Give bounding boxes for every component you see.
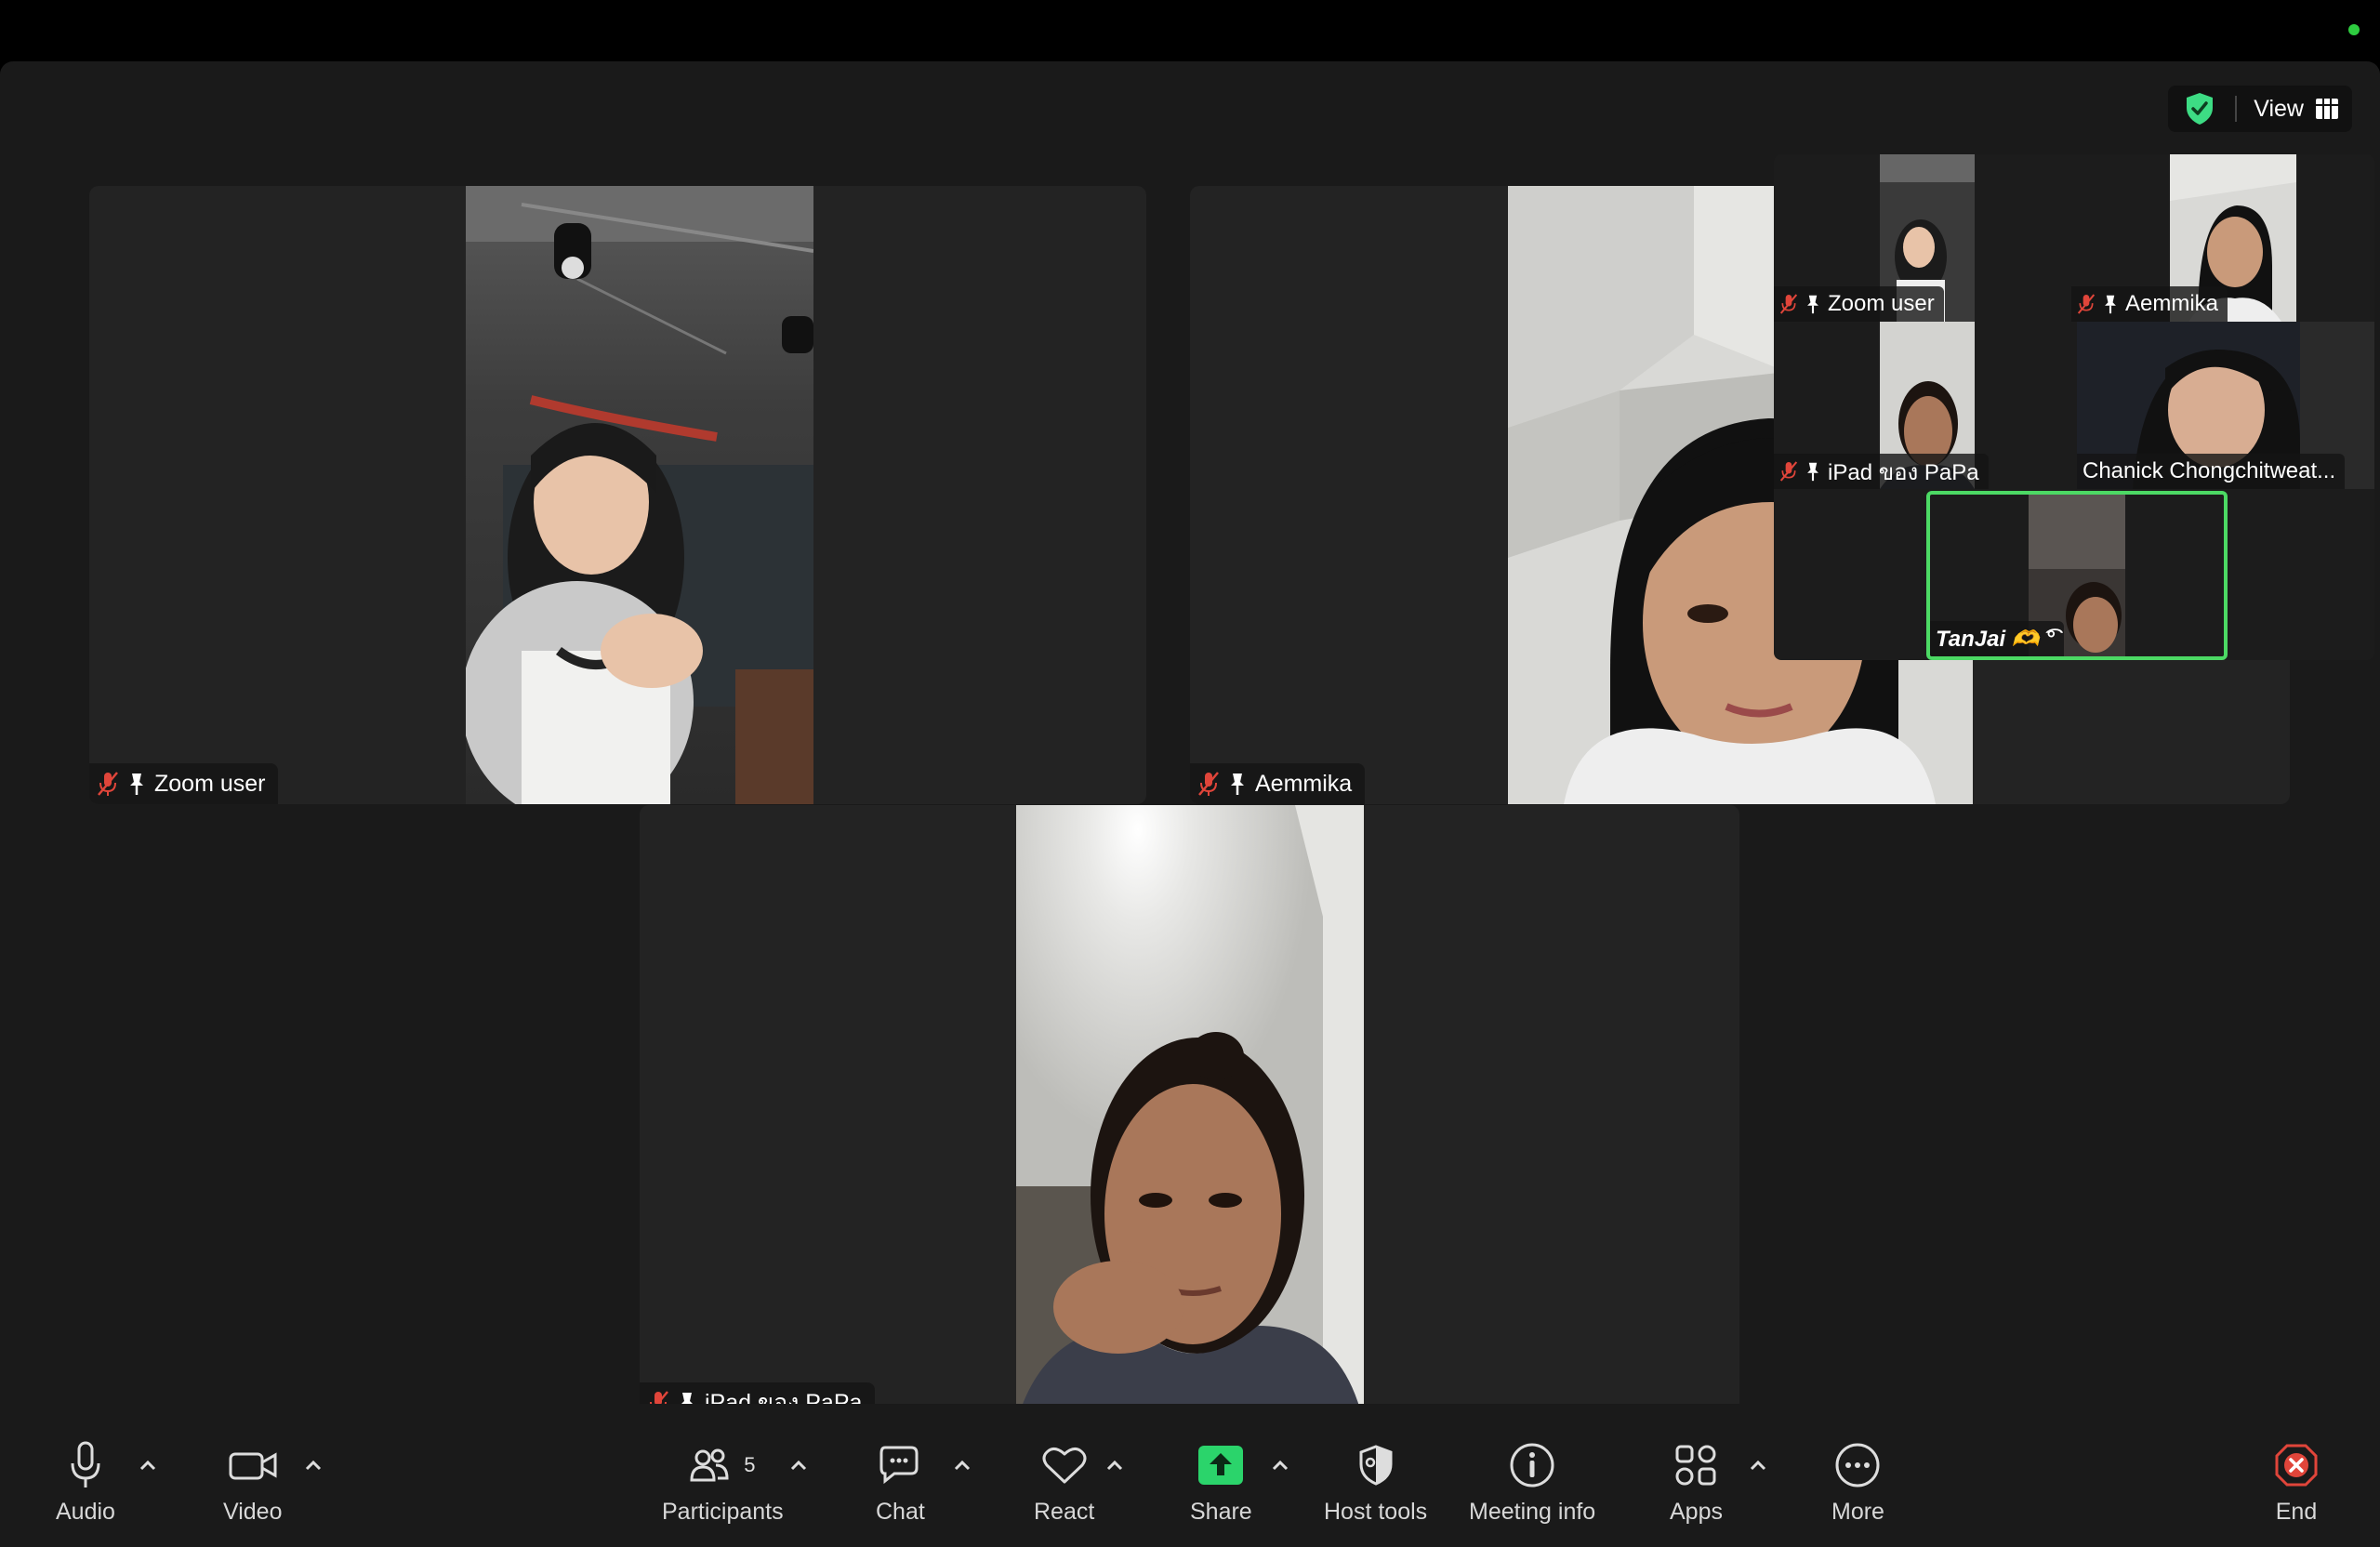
thumbnail-name-label: Zoom user — [1774, 286, 1944, 322]
tile-name-label: Zoom user — [89, 763, 279, 804]
thumbnail-tanjai-active-speaker[interactable]: TanJai 🫶 ͡° — [1926, 491, 2228, 660]
meeting-window: View Zoom user Aemmika iPad ของ PaPa Zoo… — [0, 61, 2380, 1547]
audio-label: Audio — [56, 1499, 115, 1525]
participant-name: Zoom user — [1828, 291, 1935, 316]
apps-icon — [1673, 1437, 1718, 1493]
microphone-icon — [69, 1437, 102, 1493]
thumbnail-aemmika[interactable]: Aemmika — [2071, 154, 2374, 322]
thumbnail-name-label: iPad ของ PaPa — [1774, 454, 1989, 489]
audio-options-chevron-up-icon[interactable] — [136, 1454, 160, 1478]
meeting-info-label: Meeting info — [1469, 1499, 1596, 1525]
meeting-toolbar: Audio Video 5 Participants Chat React Sh… — [0, 1404, 2380, 1547]
host-tools-shield-icon — [1357, 1437, 1395, 1493]
chat-options-chevron-up-icon[interactable] — [950, 1454, 974, 1478]
participant-name: iPad ของ PaPa — [1828, 459, 1979, 485]
participants-button[interactable]: 5 Participants — [662, 1437, 784, 1526]
video-options-chevron-up-icon[interactable] — [301, 1454, 325, 1478]
video-tile-ipad-papa[interactable]: iPad ของ PaPa — [640, 805, 1739, 1423]
video-feed-zoom-user — [466, 186, 813, 804]
thumbnail-panel: Zoom user Aemmika iPad ของ PaPa Chanick … — [1774, 154, 2374, 660]
participants-options-chevron-up-icon[interactable] — [787, 1454, 811, 1478]
thumbnail-name-label: TanJai 🫶 ͡° — [1930, 621, 2064, 656]
video-tile-zoom-user[interactable]: Zoom user — [89, 186, 1146, 804]
more-button[interactable]: More — [1831, 1437, 1884, 1526]
participants-label: Participants — [662, 1499, 784, 1525]
audio-button[interactable]: Audio — [56, 1437, 115, 1526]
participants-icon: 5 — [690, 1437, 755, 1493]
participants-count: 5 — [744, 1453, 756, 1476]
video-camera-icon — [229, 1437, 277, 1493]
share-options-chevron-up-icon[interactable] — [1268, 1454, 1292, 1478]
pin-icon — [128, 772, 145, 796]
pin-icon — [1805, 294, 1820, 314]
grid-view-icon — [2315, 98, 2339, 120]
muted-mic-icon — [1197, 771, 1220, 797]
top-right-controls: View — [2168, 86, 2352, 132]
participant-name: Zoom user — [154, 770, 266, 797]
muted-mic-icon — [1779, 460, 1798, 483]
participant-name: Chanick Chongchitweat... — [2082, 458, 2336, 483]
thumbnail-ipad-papa[interactable]: iPad ของ PaPa — [1774, 322, 2071, 489]
thumbnail-zoom-user[interactable]: Zoom user — [1774, 154, 2071, 322]
meeting-info-button[interactable]: Meeting info — [1469, 1437, 1595, 1526]
pin-icon — [2103, 294, 2118, 314]
share-button[interactable]: Share — [1190, 1437, 1252, 1526]
security-shield-icon[interactable] — [2181, 90, 2218, 127]
end-meeting-button[interactable]: End — [2274, 1437, 2319, 1526]
chat-bubble-icon — [878, 1437, 922, 1493]
thumbnail-name-label: Aemmika — [2071, 286, 2228, 322]
react-options-chevron-up-icon[interactable] — [1103, 1454, 1127, 1478]
chat-button[interactable]: Chat — [876, 1437, 925, 1526]
thumbnail-chanick[interactable]: Chanick Chongchitweat... — [2077, 322, 2374, 489]
more-ellipsis-icon — [1834, 1437, 1881, 1493]
view-label: View — [2254, 95, 2304, 122]
muted-mic-icon — [1779, 293, 1798, 315]
video-feed-ipad-papa — [1016, 805, 1364, 1423]
apps-label: Apps — [1670, 1499, 1723, 1525]
camera-indicator-dot — [2348, 24, 2360, 35]
apps-options-chevron-up-icon[interactable] — [1746, 1454, 1770, 1478]
participant-name: TanJai 🫶 ͡° — [1936, 626, 2055, 652]
tile-name-label: Aemmika — [1190, 763, 1366, 804]
apps-button[interactable]: Apps — [1670, 1437, 1723, 1526]
muted-mic-icon — [2077, 293, 2096, 315]
view-button[interactable]: View — [2254, 96, 2339, 123]
pin-icon — [1229, 772, 1246, 796]
pin-icon — [1805, 461, 1820, 482]
thumbnail-name-label: Chanick Chongchitweat... — [2077, 454, 2346, 489]
separator — [2235, 96, 2238, 122]
react-label: React — [1034, 1499, 1095, 1525]
participant-name: Aemmika — [1255, 770, 1353, 797]
video-label: Video — [223, 1499, 283, 1525]
info-icon — [1509, 1437, 1555, 1493]
end-label: End — [2275, 1499, 2318, 1525]
share-screen-icon — [1198, 1437, 1244, 1493]
muted-mic-icon — [97, 771, 119, 797]
host-tools-label: Host tools — [1324, 1499, 1428, 1525]
video-button[interactable]: Video — [223, 1437, 283, 1526]
share-label: Share — [1190, 1499, 1252, 1525]
end-call-icon — [2274, 1437, 2319, 1493]
host-tools-button[interactable]: Host tools — [1324, 1437, 1427, 1526]
participant-name: Aemmika — [2125, 291, 2219, 316]
react-button[interactable]: React — [1034, 1437, 1094, 1526]
chat-label: Chat — [876, 1499, 925, 1525]
heart-icon — [1041, 1437, 1088, 1493]
more-label: More — [1831, 1499, 1884, 1525]
title-bar — [0, 0, 2380, 61]
